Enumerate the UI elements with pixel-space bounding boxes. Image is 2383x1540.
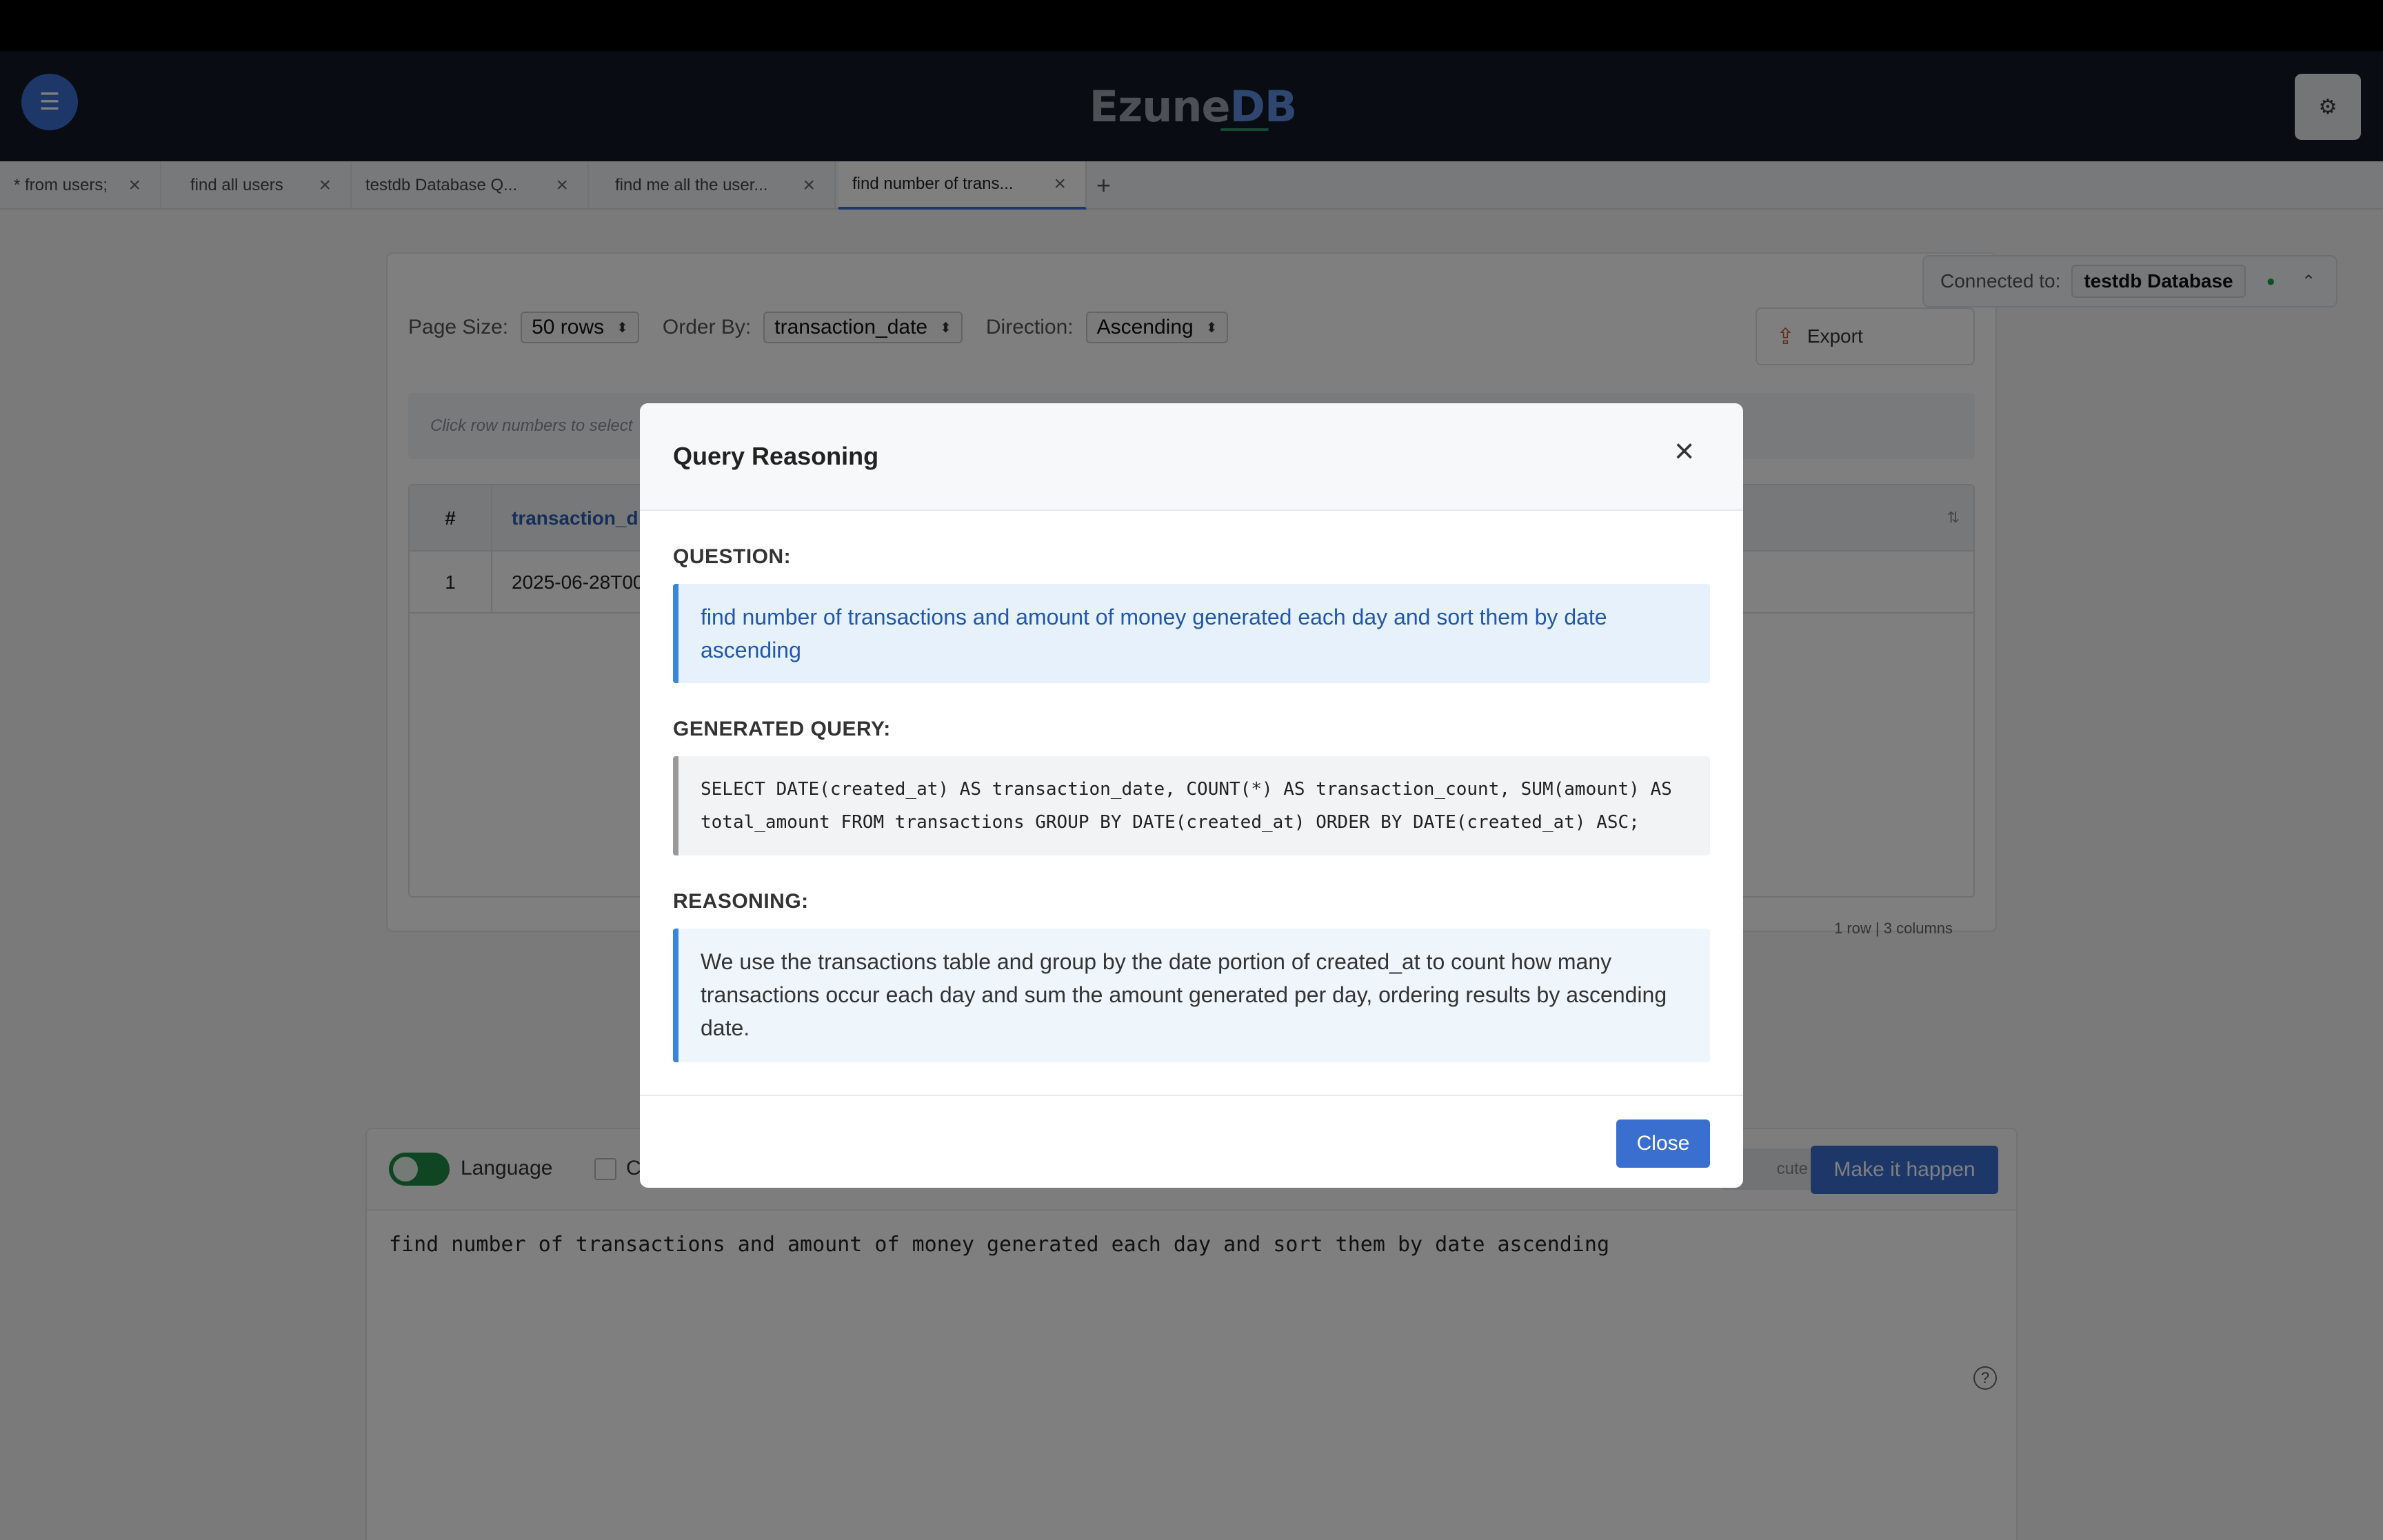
- generated-query-box: SELECT DATE(created_at) AS transaction_d…: [673, 756, 1710, 855]
- query-line: SELECT DATE(created_at) AS transaction_d…: [701, 779, 1672, 800]
- reasoning-label: REASONING:: [673, 890, 809, 913]
- close-button[interactable]: Close: [1616, 1119, 1710, 1168]
- query-reasoning-modal: Query Reasoning × QUESTION: find number …: [640, 403, 1743, 1188]
- modal-header: Query Reasoning ×: [640, 403, 1743, 511]
- close-icon[interactable]: ×: [1674, 434, 1694, 468]
- query-line: total_amount FROM transactions GROUP BY …: [701, 812, 1640, 833]
- modal-footer: Close: [640, 1095, 1743, 1188]
- generated-query-label: GENERATED QUERY:: [673, 718, 891, 740]
- question-label: QUESTION:: [673, 545, 792, 568]
- modal-title: Query Reasoning: [673, 442, 879, 470]
- reasoning-box: We use the transactions table and group …: [673, 929, 1710, 1062]
- question-box: find number of transactions and amount o…: [673, 584, 1710, 683]
